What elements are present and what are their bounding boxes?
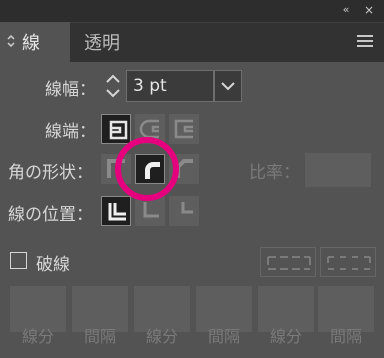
align-outside-icon bbox=[181, 202, 193, 214]
tab-transparency-label: 透明 bbox=[84, 33, 120, 54]
projecting-cap-icon bbox=[174, 119, 193, 139]
tab-stroke-label: 線 bbox=[22, 33, 40, 54]
butt-cap-icon bbox=[109, 120, 128, 140]
dashed-line-label: 破線 bbox=[36, 255, 70, 275]
dash-exact-icon bbox=[267, 256, 311, 270]
close-panel-icon[interactable]: × bbox=[362, 3, 376, 17]
weight-input[interactable]: 3 pt bbox=[126, 70, 214, 102]
projecting-cap-button[interactable] bbox=[169, 114, 199, 144]
align-outside-button[interactable] bbox=[169, 196, 199, 226]
cap-label: 線端： bbox=[45, 122, 96, 142]
stepper-arrows-icon[interactable] bbox=[100, 70, 126, 102]
dash-corners-icon bbox=[327, 256, 371, 270]
gap-label-2: 間隔 bbox=[207, 327, 240, 346]
dash-align-corners-button[interactable] bbox=[320, 247, 376, 277]
dash-label-3: 線分 bbox=[269, 327, 302, 346]
weight-stepper[interactable] bbox=[100, 70, 126, 102]
highlight-circle bbox=[115, 137, 179, 201]
collapse-panel-icon[interactable]: ‹‹ bbox=[336, 3, 354, 17]
align-label: 線の位置： bbox=[8, 205, 93, 225]
dashed-line-checkbox[interactable] bbox=[10, 252, 27, 269]
weight-label: 線幅： bbox=[45, 80, 96, 100]
join-label: 角の形状： bbox=[8, 163, 93, 183]
chevron-down-icon bbox=[221, 82, 235, 91]
dash-align-exact-button[interactable] bbox=[260, 247, 316, 277]
dash-label-1: 線分 bbox=[21, 327, 54, 346]
butt-cap-button[interactable] bbox=[101, 114, 131, 144]
gap-label-3: 間隔 bbox=[329, 327, 362, 346]
panel-menu-icon[interactable] bbox=[357, 35, 373, 47]
tab-stroke[interactable]: 線 bbox=[0, 22, 70, 62]
tab-transparency[interactable]: 透明 bbox=[72, 22, 132, 62]
limit-input[interactable] bbox=[305, 153, 371, 187]
dash-label-2: 線分 bbox=[145, 327, 178, 346]
weight-dropdown[interactable] bbox=[214, 70, 242, 102]
align-center-icon bbox=[108, 203, 126, 221]
limit-label: 比率： bbox=[249, 163, 300, 183]
gap-label-1: 間隔 bbox=[83, 327, 116, 346]
panel-titlebar bbox=[0, 0, 384, 22]
expand-collapse-icon[interactable] bbox=[6, 32, 16, 50]
align-center-button[interactable] bbox=[101, 196, 131, 226]
